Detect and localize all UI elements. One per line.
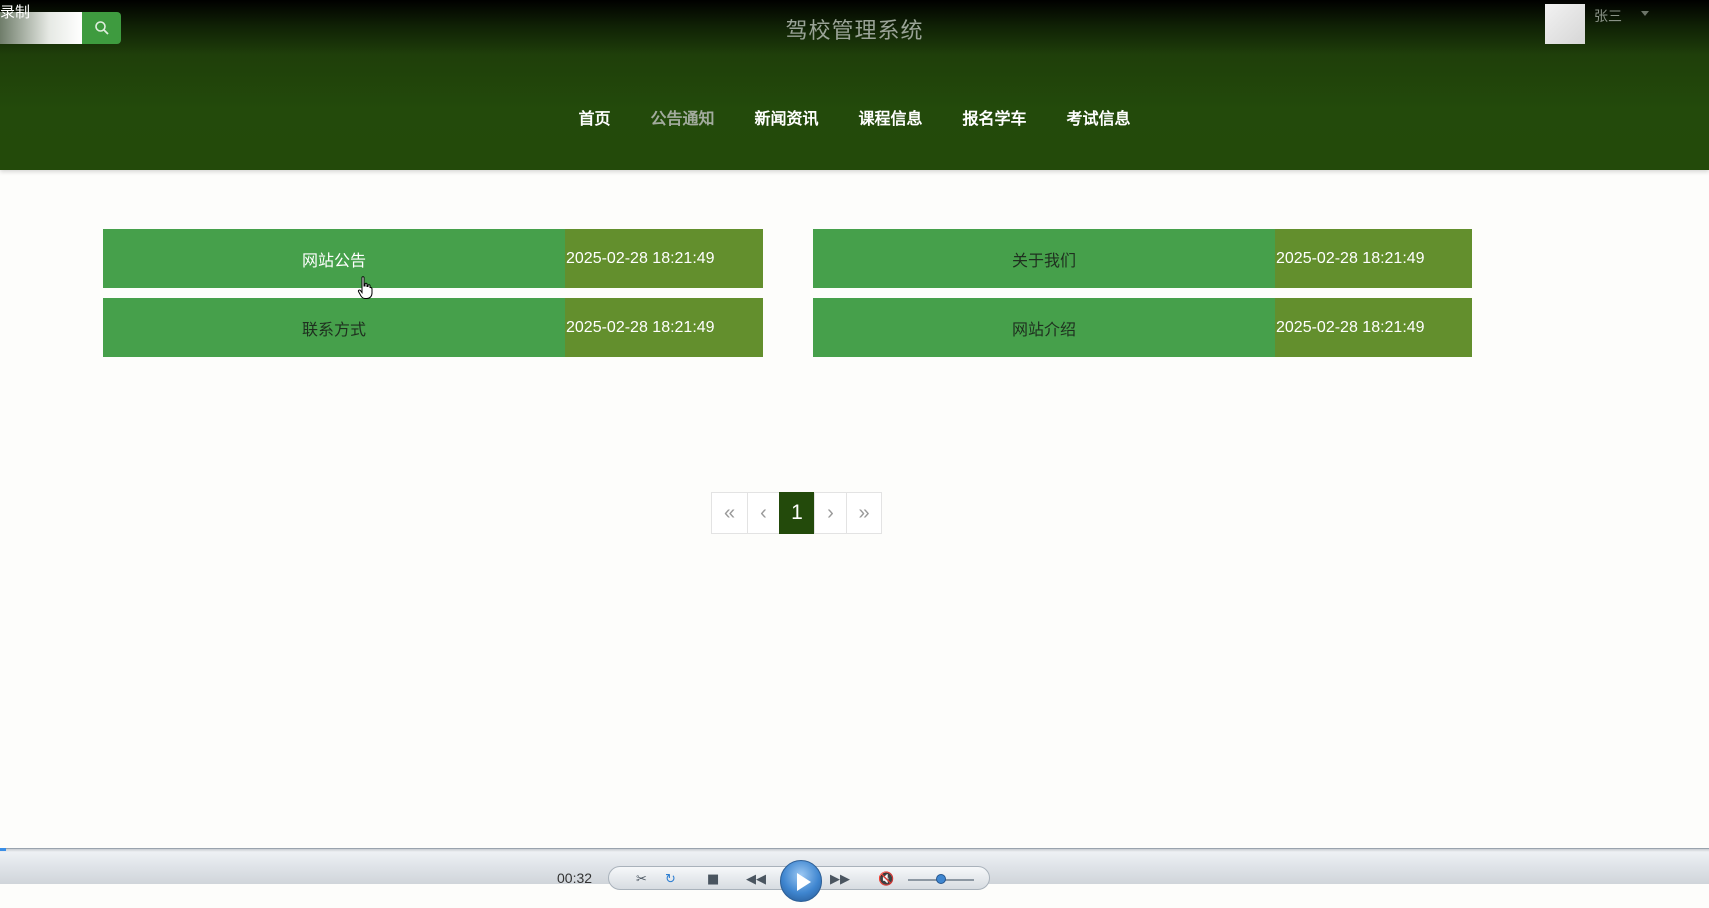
next-page-button[interactable]: › — [814, 492, 847, 534]
last-page-button[interactable]: » — [846, 492, 882, 534]
notice-date: 2025-02-28 18:21:49 — [1275, 229, 1472, 288]
repeat-icon[interactable]: ↻ — [665, 872, 676, 887]
notice-title: 网站介绍 — [813, 298, 1275, 357]
nav-item-enroll[interactable]: 报名学车 — [943, 105, 1047, 129]
nav-item-courses[interactable]: 课程信息 — [839, 105, 943, 129]
pagination: « ‹ 1 › » — [711, 492, 882, 534]
record-label: 录制 — [0, 3, 31, 21]
site-title: 驾校管理系统 — [785, 19, 924, 44]
nav-item-announcements[interactable]: 公告通知 — [630, 105, 734, 129]
site-header: 驾校管理系统 张三 首页 公告通知 新闻资讯 课程信息 报名学车 考试信息 — [0, 0, 1709, 170]
play-icon — [797, 873, 811, 891]
playback-progress[interactable] — [0, 848, 6, 851]
nav-item-exams[interactable]: 考试信息 — [1047, 105, 1151, 129]
nav-item-home[interactable]: 首页 — [558, 105, 630, 129]
notice-date: 2025-02-28 18:21:49 — [565, 229, 763, 288]
stop-icon[interactable]: ■ — [707, 872, 719, 887]
username[interactable]: 张三 — [1594, 6, 1622, 26]
notice-card[interactable]: 网站公告 2025-02-28 18:21:49 — [103, 229, 763, 288]
notice-card[interactable]: 网站介绍 2025-02-28 18:21:49 — [813, 298, 1472, 357]
notice-date: 2025-02-28 18:21:49 — [565, 298, 763, 357]
chevron-down-icon[interactable] — [1641, 11, 1649, 16]
page-number-button[interactable]: 1 — [779, 492, 815, 534]
first-page-button[interactable]: « — [711, 492, 748, 534]
play-button[interactable] — [780, 860, 822, 902]
rewind-icon[interactable]: ◀◀ — [746, 872, 766, 887]
nav-item-news[interactable]: 新闻资讯 — [734, 105, 838, 129]
notice-card[interactable]: 联系方式 2025-02-28 18:21:49 — [103, 298, 763, 357]
hand-cursor-icon — [357, 276, 373, 299]
notice-title: 关于我们 — [813, 229, 1275, 288]
volume-knob[interactable] — [936, 874, 946, 884]
notice-date: 2025-02-28 18:21:49 — [1275, 298, 1472, 357]
mute-icon[interactable]: 🔇 — [878, 872, 894, 887]
notice-card[interactable]: 关于我们 2025-02-28 18:21:49 — [813, 229, 1472, 288]
main-nav: 首页 公告通知 新闻资讯 课程信息 报名学车 考试信息 — [0, 105, 1709, 129]
fast-forward-icon[interactable]: ▶▶ — [830, 872, 850, 887]
user-avatar[interactable] — [1545, 4, 1585, 44]
prev-page-button[interactable]: ‹ — [747, 492, 780, 534]
notice-title: 网站公告 — [103, 229, 565, 288]
notice-title: 联系方式 — [103, 298, 565, 357]
shuffle-icon[interactable]: ✂ — [636, 872, 647, 887]
